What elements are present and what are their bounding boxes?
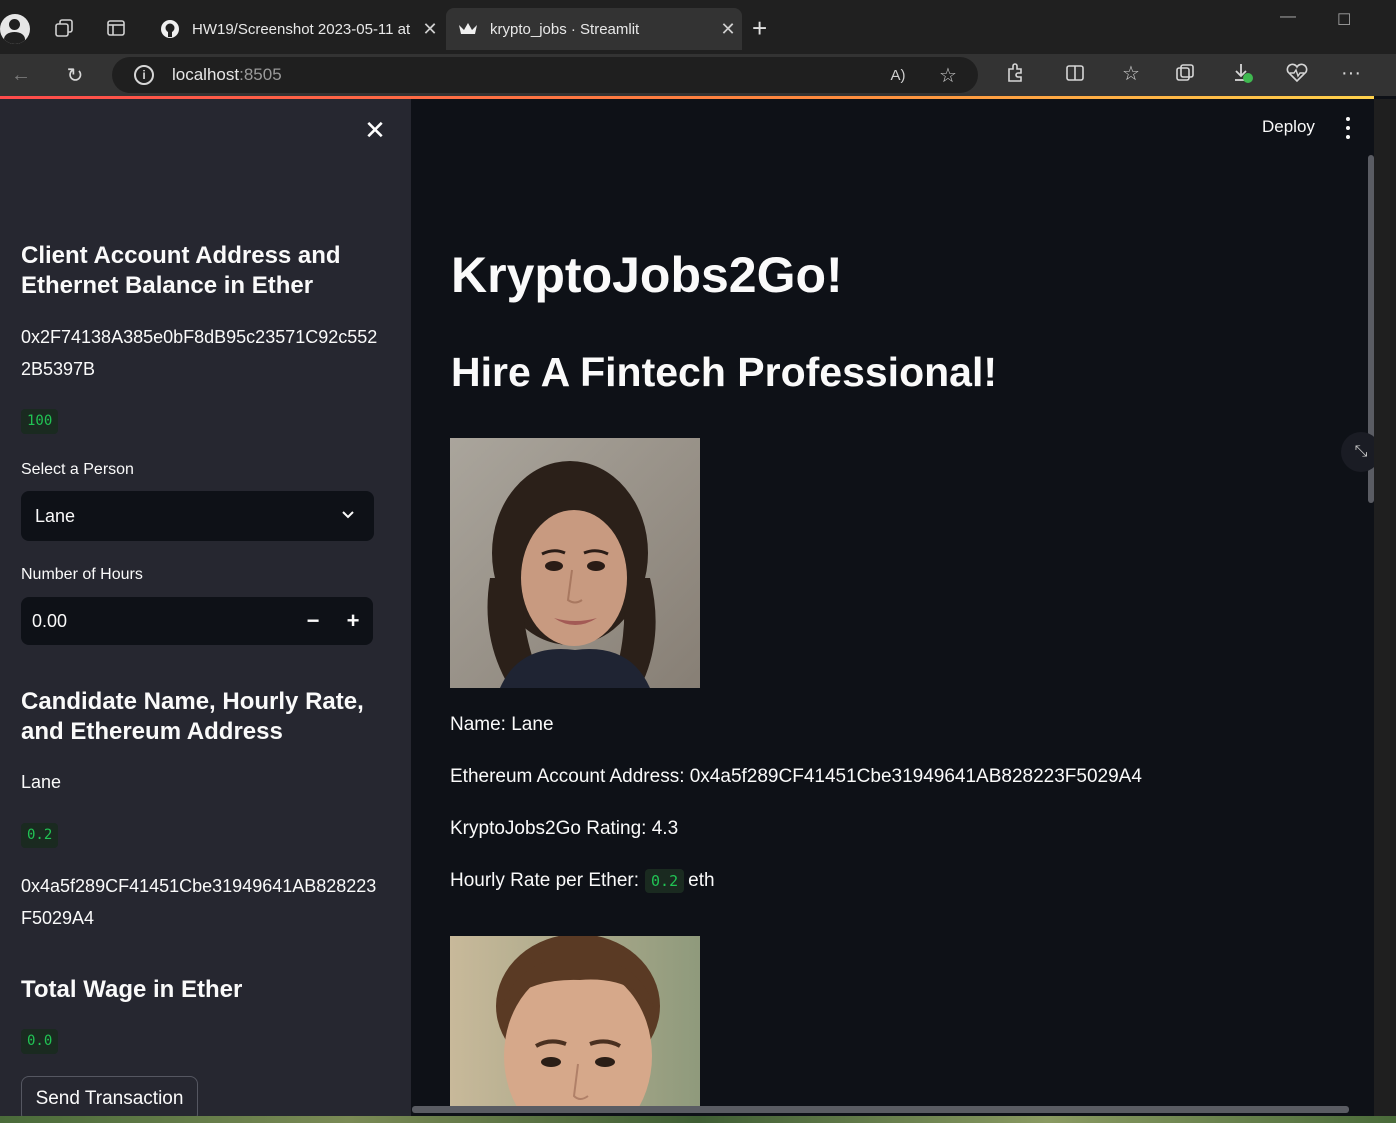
hours-number-input[interactable]: 0.00 − + [21, 597, 373, 645]
minimize-icon[interactable]: — [1280, 8, 1296, 26]
browser-tab-bar: HW19/Screenshot 2023-05-11 at ✕ krypto_j… [0, 0, 1396, 54]
desktop-wallpaper-strip [0, 1116, 1396, 1123]
hours-label: Number of Hours [21, 566, 143, 583]
close-tab-icon[interactable]: ✕ [416, 19, 444, 40]
decrement-button[interactable]: − [299, 607, 327, 635]
page-subtitle: Hire A Fintech Professional! [451, 349, 998, 395]
split-screen-icon[interactable] [1062, 60, 1088, 86]
select-person-value: Lane [35, 505, 76, 526]
account-heading-line: Ethernet Balance in Ether [21, 272, 314, 299]
main-content: Deploy KryptoJobs2Go! Hire A Fintech Pro… [411, 99, 1374, 1116]
tab-actions-icon[interactable] [102, 14, 130, 42]
settings-more-icon[interactable]: ··· [1338, 60, 1364, 86]
balance-value: 100 [21, 409, 59, 434]
read-aloud-icon[interactable]: A) [886, 63, 910, 87]
candidate-rating-text: KryptoJobs2Go Rating: 4.3 [450, 818, 679, 839]
collections-icon[interactable] [1172, 60, 1198, 86]
workspaces-icon[interactable] [50, 14, 78, 42]
url-field[interactable]: i localhost:8505 A) ☆ [112, 57, 978, 93]
total-wage-heading: Total Wage in Ether [21, 976, 243, 1003]
streamlit-crown-icon [458, 19, 478, 39]
browser-essentials-icon[interactable] [1284, 60, 1310, 86]
url-host: localhost [172, 65, 240, 84]
deploy-button[interactable]: Deploy [1262, 117, 1315, 137]
horizontal-scrollbar[interactable] [412, 1106, 1349, 1113]
tab-github-screenshot[interactable]: HW19/Screenshot 2023-05-11 at ✕ [148, 8, 444, 50]
total-wage-value: 0.0 [21, 1029, 59, 1054]
increment-button[interactable]: + [339, 607, 367, 635]
tab-title: krypto_jobs · Streamlit [490, 20, 640, 38]
main-menu-icon[interactable] [1341, 117, 1355, 139]
candidate-heading-line: Candidate Name, Hourly Rate, [21, 688, 364, 715]
candidate-rate: 0.2 [21, 823, 59, 848]
candidate-heading-line: and Ethereum Address [21, 718, 283, 745]
rate-value: 0.2 [645, 869, 685, 893]
candidate-address-text: Ethereum Account Address: 0x4a5f289CF414… [450, 766, 1142, 787]
candidate-photo [450, 936, 700, 1106]
chevron-down-icon [340, 506, 356, 527]
address-line: F5029A4 [21, 908, 95, 928]
account-heading-line: Client Account Address and [21, 242, 341, 269]
select-person-label: Select a Person [21, 461, 134, 478]
address-line: 2B5397B [21, 359, 96, 379]
site-info-icon[interactable]: i [134, 65, 154, 85]
candidate-rate-text: Hourly Rate per Ether: 0.2 eth [450, 869, 715, 893]
candidate-name: Lane [21, 772, 62, 792]
address-line: 0x2F74138A385e0bF8dB95c23571C92c552 [21, 327, 378, 347]
sidebar: ✕ Client Account Address and Ethernet Ba… [0, 99, 411, 1116]
favorites-icon[interactable]: ☆ [1118, 60, 1144, 86]
tab-krypto-jobs[interactable]: krypto_jobs · Streamlit ✕ [446, 8, 742, 50]
favorite-star-icon[interactable]: ☆ [936, 63, 960, 87]
select-person-dropdown[interactable]: Lane [21, 491, 374, 541]
candidate-name-text: Name: Lane [450, 714, 554, 735]
candidate-heading: Candidate Name, Hourly Rate, and Ethereu… [21, 687, 364, 747]
github-icon [160, 19, 180, 39]
url-port: :8505 [239, 65, 282, 84]
rate-prefix: Hourly Rate per Ether: [450, 870, 640, 891]
new-tab-icon[interactable]: + [752, 14, 767, 42]
extensions-icon[interactable] [1002, 60, 1028, 86]
close-tab-icon[interactable]: ✕ [714, 19, 742, 40]
downloads-icon[interactable] [1230, 60, 1256, 86]
client-account-address: 0x2F74138A385e0bF8dB95c23571C92c552 2B53… [21, 321, 377, 385]
back-icon[interactable]: ← [6, 60, 36, 90]
address-line: 0x4a5f289CF41451Cbe31949641AB828223 [21, 876, 377, 896]
close-sidebar-icon[interactable]: ✕ [362, 117, 388, 143]
candidate-address: 0x4a5f289CF41451Cbe31949641AB828223 F502… [21, 870, 376, 934]
refresh-icon[interactable]: ↻ [60, 60, 90, 90]
tab-title: HW19/Screenshot 2023-05-11 at [192, 20, 411, 38]
hours-value: 0.00 [32, 610, 68, 631]
profile-avatar-icon[interactable] [0, 14, 30, 44]
edge-sidebar-strip [1374, 99, 1396, 1116]
page-title: KryptoJobs2Go! [451, 247, 843, 303]
maximize-icon[interactable]: ☐ [1337, 10, 1351, 30]
candidate-photo [450, 438, 700, 688]
rate-suffix: eth [688, 870, 715, 891]
account-heading: Client Account Address and Ethernet Bala… [21, 241, 341, 301]
send-transaction-button[interactable]: Send Transaction [21, 1076, 198, 1116]
